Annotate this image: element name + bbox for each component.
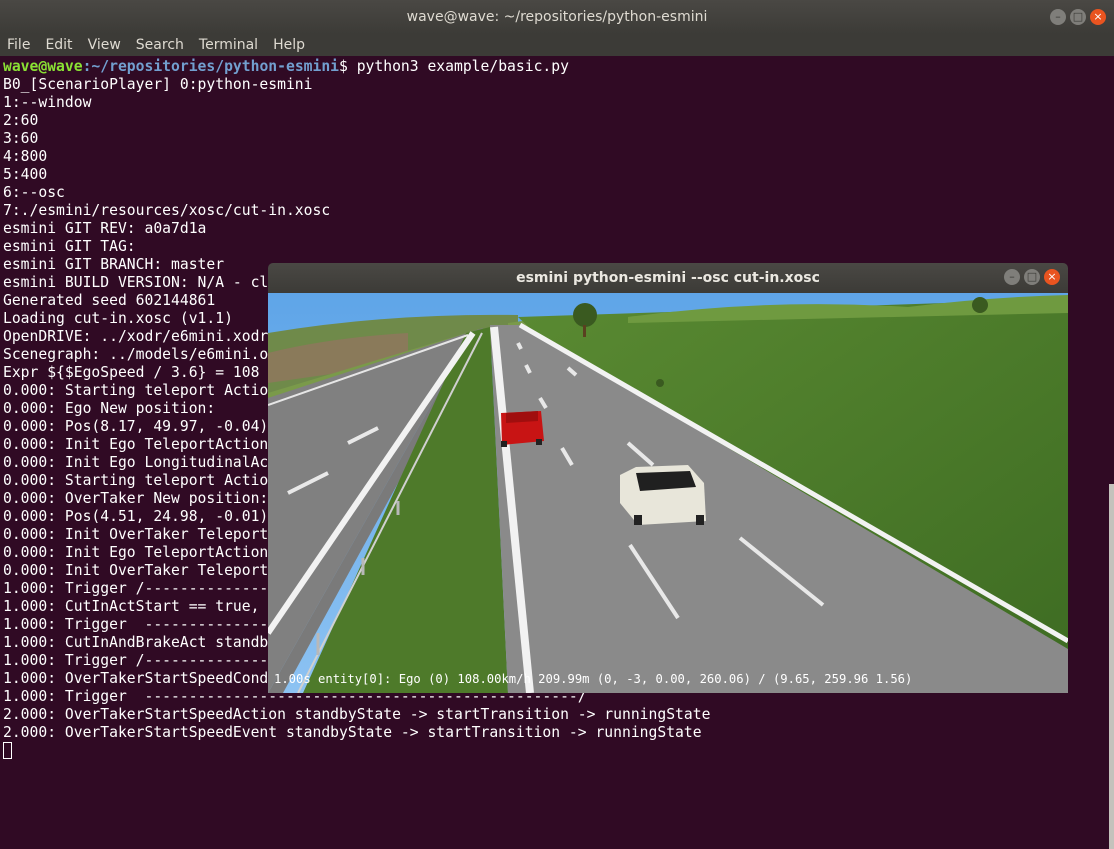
prompt-suffix: $ bbox=[339, 58, 357, 75]
terminal-line: 1.000: Trigger /-------------- bbox=[3, 652, 269, 669]
terminal-line: 0.000: Pos(8.17, 49.97, -0.04) bbox=[3, 418, 269, 435]
menu-file[interactable]: File bbox=[7, 37, 30, 53]
menu-view[interactable]: View bbox=[88, 37, 121, 53]
overtaker-car bbox=[501, 411, 544, 447]
terminal-line: 0.000: Pos(4.51, 24.98, -0.01) bbox=[3, 508, 269, 525]
command-text: python3 example/basic.py bbox=[356, 58, 569, 75]
terminal-scrollbar[interactable] bbox=[1109, 484, 1114, 849]
terminal-line: esmini GIT BRANCH: master bbox=[3, 256, 225, 273]
simulation-viewport[interactable]: 1.00s entity[0]: Ego (0) 108.00km/h 209.… bbox=[268, 293, 1068, 693]
terminal-line: Expr ${$EgoSpeed / 3.6} = 108 bbox=[3, 364, 260, 381]
window-title: wave@wave: ~/repositories/python-esmini bbox=[406, 9, 708, 25]
terminal-line: 4:800 bbox=[3, 148, 48, 165]
terminal-line: 1.000: Trigger -------------- bbox=[3, 616, 269, 633]
prompt-path: :~/repositories/python-esmini bbox=[82, 58, 340, 75]
terminal-line: 5:400 bbox=[3, 166, 48, 183]
terminal-line: Scenegraph: ../models/e6mini.o bbox=[3, 346, 269, 363]
terminal-line: 1.000: OverTakerStartSpeedCond bbox=[3, 670, 269, 687]
terminal-line: 6:--osc bbox=[3, 184, 65, 201]
terminal-line: Loading cut-in.xosc (v1.1) bbox=[3, 310, 233, 327]
terminal-line: B0_[ScenarioPlayer] 0:python-esmini bbox=[3, 76, 313, 93]
terminal-line: esmini BUILD VERSION: N/A - cl bbox=[3, 274, 269, 291]
menu-bar: File Edit View Search Terminal Help bbox=[0, 34, 1114, 56]
terminal-line: 0.000: Ego New position: bbox=[3, 400, 216, 417]
terminal-line: OpenDRIVE: ../xodr/e6mini.xodr bbox=[3, 328, 269, 345]
terminal-line: 3:60 bbox=[3, 130, 39, 147]
terminal-line: 0.000: OverTaker New position: bbox=[3, 490, 269, 507]
terminal-cursor bbox=[3, 742, 12, 759]
maximize-icon[interactable]: □ bbox=[1024, 269, 1040, 285]
terminal-line: esmini GIT TAG: bbox=[3, 238, 136, 255]
road-scene bbox=[268, 293, 1068, 693]
prompt-user: wave@wave bbox=[3, 58, 83, 75]
esmini-window-controls: – □ × bbox=[1004, 269, 1060, 285]
terminal-line: 1.000: CutInActStart == true, bbox=[3, 598, 260, 615]
terminal-titlebar[interactable]: wave@wave: ~/repositories/python-esmini … bbox=[0, 0, 1114, 34]
maximize-icon[interactable]: □ bbox=[1070, 9, 1086, 25]
terminal-line: esmini GIT REV: a0a7d1a bbox=[3, 220, 207, 237]
terminal-line: 0.000: Init Ego TeleportAction bbox=[3, 436, 269, 453]
terminal-line: 2.000: OverTakerStartSpeedAction standby… bbox=[3, 706, 711, 723]
menu-search[interactable]: Search bbox=[136, 37, 184, 53]
terminal-line: 2:60 bbox=[3, 112, 39, 129]
terminal-line: 0.000: Init OverTaker Teleport bbox=[3, 526, 269, 543]
esmini-window[interactable]: esmini python-esmini --osc cut-in.xosc –… bbox=[268, 263, 1068, 693]
esmini-window-title: esmini python-esmini --osc cut-in.xosc bbox=[516, 270, 820, 286]
terminal-line: Generated seed 602144861 bbox=[3, 292, 216, 309]
close-icon[interactable]: × bbox=[1044, 269, 1060, 285]
terminal-line: 1:--window bbox=[3, 94, 92, 111]
menu-terminal[interactable]: Terminal bbox=[199, 37, 258, 53]
terminal-line: 1.000: Trigger /-------------- bbox=[3, 580, 269, 597]
simulation-hud: 1.00s entity[0]: Ego (0) 108.00km/h 209.… bbox=[274, 672, 913, 686]
close-icon[interactable]: × bbox=[1090, 9, 1106, 25]
minimize-icon[interactable]: – bbox=[1050, 9, 1066, 25]
window-controls: – □ × bbox=[1050, 9, 1106, 25]
menu-help[interactable]: Help bbox=[273, 37, 305, 53]
ego-car bbox=[620, 465, 706, 525]
terminal-line: 0.000: Init Ego LongitudinalAc bbox=[3, 454, 269, 471]
terminal-line: 7:./esmini/resources/xosc/cut-in.xosc bbox=[3, 202, 331, 219]
terminal-line: 0.000: Starting teleport Actio bbox=[3, 472, 269, 489]
terminal-line: 2.000: OverTakerStartSpeedEvent standbyS… bbox=[3, 724, 702, 741]
prompt-line: wave@wave:~/repositories/python-esmini$ … bbox=[3, 58, 569, 76]
terminal-line: 0.000: Starting teleport Actio bbox=[3, 382, 269, 399]
terminal-line: 1.000: CutInAndBrakeAct standb bbox=[3, 634, 269, 651]
esmini-titlebar[interactable]: esmini python-esmini --osc cut-in.xosc –… bbox=[268, 263, 1068, 293]
minimize-icon[interactable]: – bbox=[1004, 269, 1020, 285]
terminal-line: 0.000: Init OverTaker Teleport bbox=[3, 562, 269, 579]
terminal-line: 0.000: Init Ego TeleportAction bbox=[3, 544, 269, 561]
menu-edit[interactable]: Edit bbox=[45, 37, 72, 53]
